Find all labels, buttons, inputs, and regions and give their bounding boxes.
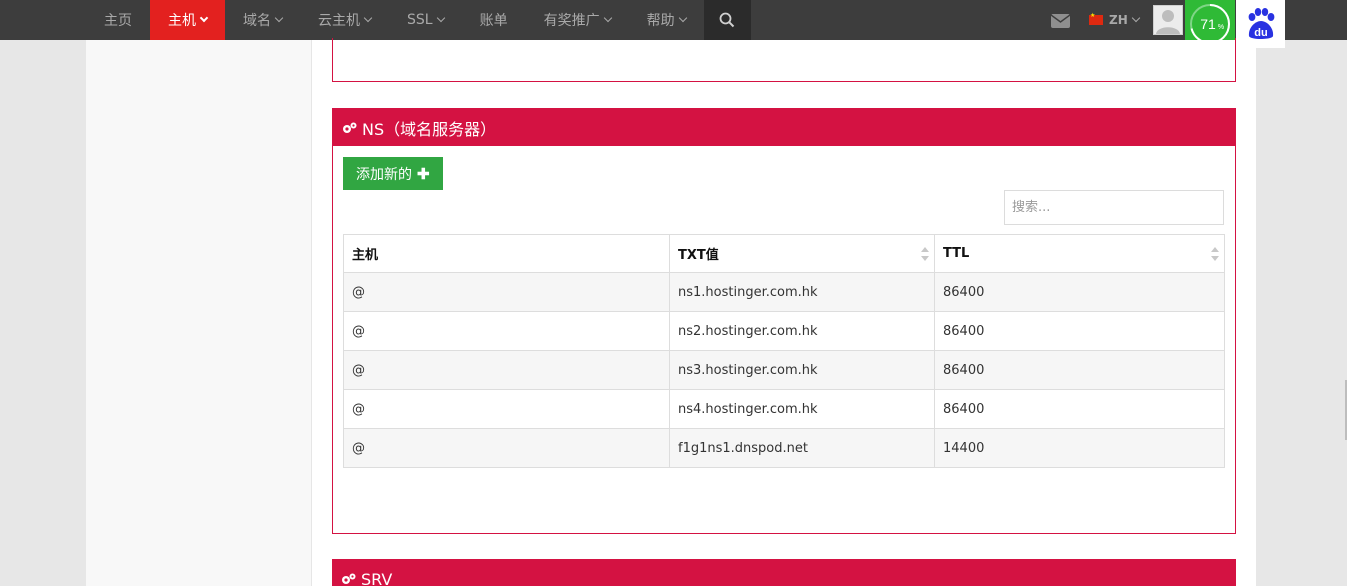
chevron-down-icon	[678, 13, 687, 23]
table-row: @ f1g1ns1.dnspod.net 14400	[343, 428, 1225, 468]
china-flag-icon	[1089, 12, 1103, 25]
sort-icon	[1211, 247, 1219, 261]
cell-ttl: 86400	[934, 311, 1225, 351]
cell-host: @	[343, 389, 670, 429]
cell-host: @	[343, 272, 670, 312]
nav-item-ssl[interactable]: SSL	[389, 0, 462, 40]
chevron-down-icon	[199, 13, 209, 23]
nav-item-billing[interactable]: 账单	[462, 0, 526, 40]
cell-value: f1g1ns1.dnspod.net	[669, 428, 935, 468]
ns-records-panel: NS（域名服务器） 添加新的 ✚ 主机 TXT值 TTL	[332, 108, 1236, 534]
nav-item-domains[interactable]: 域名	[225, 0, 300, 40]
language-selector[interactable]: ZH	[1089, 0, 1140, 40]
cell-ttl: 14400	[934, 428, 1225, 468]
column-header-value[interactable]: TXT值	[669, 234, 935, 273]
sidebar	[86, 40, 312, 586]
envelope-icon	[1051, 14, 1070, 23]
cell-value: ns1.hostinger.com.hk	[669, 272, 935, 312]
previous-panel-bottom	[332, 38, 1236, 82]
baidu-logo-text: du	[1254, 27, 1267, 39]
srv-records-panel-header: SRV	[332, 559, 1236, 586]
nav-item-home[interactable]: 主页	[86, 0, 150, 40]
badge-value: 71	[1200, 16, 1216, 32]
nav-item-label: 云主机	[318, 13, 360, 29]
nav-item-help[interactable]: 帮助	[629, 0, 704, 40]
column-header-label: TXT值	[678, 248, 719, 263]
nav-item-hosting[interactable]: 主机	[150, 0, 225, 46]
table-row: @ ns3.hostinger.com.hk 86400	[343, 350, 1225, 390]
chevron-down-icon	[363, 13, 373, 23]
baidu-paw-icon: du	[1248, 8, 1274, 39]
nav-item-label: 域名	[243, 13, 271, 29]
chevron-down-icon	[1131, 13, 1140, 23]
main-nav: 主页 主机 域名 云主机 SSL 账单 有奖推广 帮助	[86, 0, 751, 46]
sort-icon	[921, 247, 929, 261]
nav-item-label: 账单	[479, 13, 508, 29]
avatar[interactable]	[1153, 5, 1183, 35]
nav-item-label: 主机	[168, 13, 196, 29]
chevron-down-icon	[603, 13, 612, 23]
chevron-down-icon	[274, 13, 284, 23]
cell-value: ns4.hostinger.com.hk	[669, 389, 935, 429]
column-header-ttl[interactable]: TTL	[934, 234, 1225, 273]
panel-title: NS（域名服务器）	[362, 119, 497, 139]
add-record-button[interactable]: 添加新的 ✚	[343, 157, 443, 190]
cell-host: @	[343, 428, 670, 468]
search-icon	[719, 12, 735, 28]
cell-ttl: 86400	[934, 389, 1225, 429]
top-navbar: 主页 主机 域名 云主机 SSL 账单 有奖推广 帮助 ★ ZH	[0, 0, 1347, 46]
cell-ttl: 86400	[934, 272, 1225, 312]
nav-item-label: 帮助	[646, 13, 675, 29]
table-header-row: 主机 TXT值 TTL	[343, 234, 1225, 273]
nav-item-referral[interactable]: 有奖推广	[526, 0, 629, 40]
ns-records-table: 主机 TXT值 TTL @ ns1.hostinger.com.hk 86400	[343, 234, 1225, 468]
main-content: NS（域名服务器） 添加新的 ✚ 主机 TXT值 TTL	[312, 38, 1256, 586]
panel-header: NS（域名服务器）	[333, 109, 1235, 146]
gears-icon	[342, 573, 356, 584]
nav-search-button[interactable]	[703, 0, 751, 40]
cell-value: ns2.hostinger.com.hk	[669, 311, 935, 351]
nav-item-label: SSL	[407, 12, 433, 28]
nav-item-cloud-host[interactable]: 云主机	[300, 0, 389, 40]
user-silhouette-icon	[1156, 10, 1180, 34]
plus-icon: ✚	[417, 165, 430, 183]
nav-item-label: 有奖推广	[543, 13, 600, 29]
table-row: @ ns1.hostinger.com.hk 86400	[343, 272, 1225, 312]
cell-host: @	[343, 350, 670, 390]
column-header-label: TTL	[943, 246, 970, 261]
panel-title: SRV	[361, 569, 393, 586]
table-row: @ ns4.hostinger.com.hk 86400	[343, 389, 1225, 429]
language-code: ZH	[1109, 13, 1128, 27]
table-row: @ ns2.hostinger.com.hk 86400	[343, 311, 1225, 351]
column-header-host[interactable]: 主机	[343, 234, 670, 273]
cell-host: @	[343, 311, 670, 351]
chevron-down-icon	[436, 13, 445, 23]
gears-icon	[343, 122, 357, 133]
add-button-label: 添加新的	[356, 165, 412, 182]
badge-unit: %	[1218, 24, 1224, 31]
cell-value: ns3.hostinger.com.hk	[669, 350, 935, 390]
cell-ttl: 86400	[934, 350, 1225, 390]
mail-button[interactable]	[1051, 14, 1070, 28]
nav-item-label: 主页	[104, 13, 132, 29]
search-input[interactable]	[1004, 190, 1224, 225]
